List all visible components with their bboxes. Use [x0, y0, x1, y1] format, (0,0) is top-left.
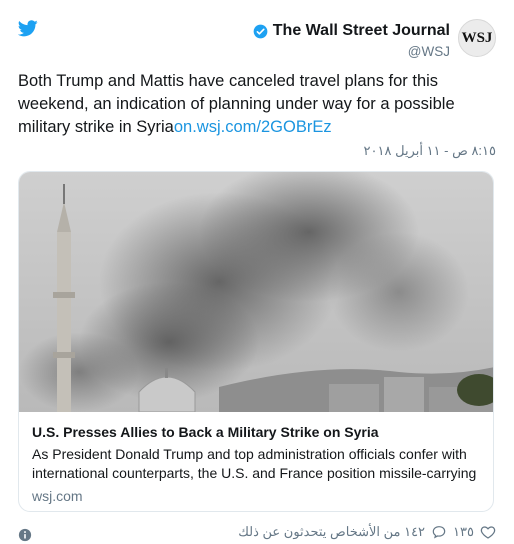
author-block[interactable]: The Wall Street Journal @WSJ — [253, 22, 450, 59]
card-image[interactable] — [19, 172, 494, 412]
like-count[interactable]: ١٣٥ — [453, 524, 474, 540]
avatar[interactable]: WSJ — [458, 19, 496, 57]
author-name-row: The Wall Street Journal — [253, 22, 450, 40]
card-domain: wsj.com — [32, 488, 83, 504]
link-card[interactable]: U.S. Presses Allies to Back a Military S… — [18, 171, 494, 512]
author-name[interactable]: The Wall Street Journal — [273, 22, 450, 40]
speech-bubble-icon[interactable] — [431, 524, 447, 540]
twitter-bird-icon[interactable] — [18, 20, 38, 37]
card-body: U.S. Presses Allies to Back a Military S… — [19, 412, 493, 504]
tweet-text: Both Trump and Mattis have canceled trav… — [18, 70, 488, 139]
tweet-link[interactable]: on.wsj.com/2GOBrEz — [174, 118, 332, 136]
tweet-timestamp[interactable]: ٨:١٥ ص - ١١ أبريل ٢٠١٨ — [364, 143, 496, 159]
card-title[interactable]: U.S. Presses Allies to Back a Military S… — [32, 424, 480, 440]
card-description: As President Donald Trump and top admini… — [32, 446, 477, 481]
tweet-footer: ١٣٥ ١٤٢ من الأشخاص يتحدثون عن ذلك — [238, 524, 496, 540]
author-handle[interactable]: @WSJ — [253, 44, 450, 59]
info-icon[interactable] — [18, 528, 32, 542]
heart-icon[interactable] — [480, 524, 496, 540]
verified-badge-icon — [253, 24, 268, 38]
talking-count[interactable]: ١٤٢ من الأشخاص يتحدثون عن ذلك — [238, 524, 425, 540]
